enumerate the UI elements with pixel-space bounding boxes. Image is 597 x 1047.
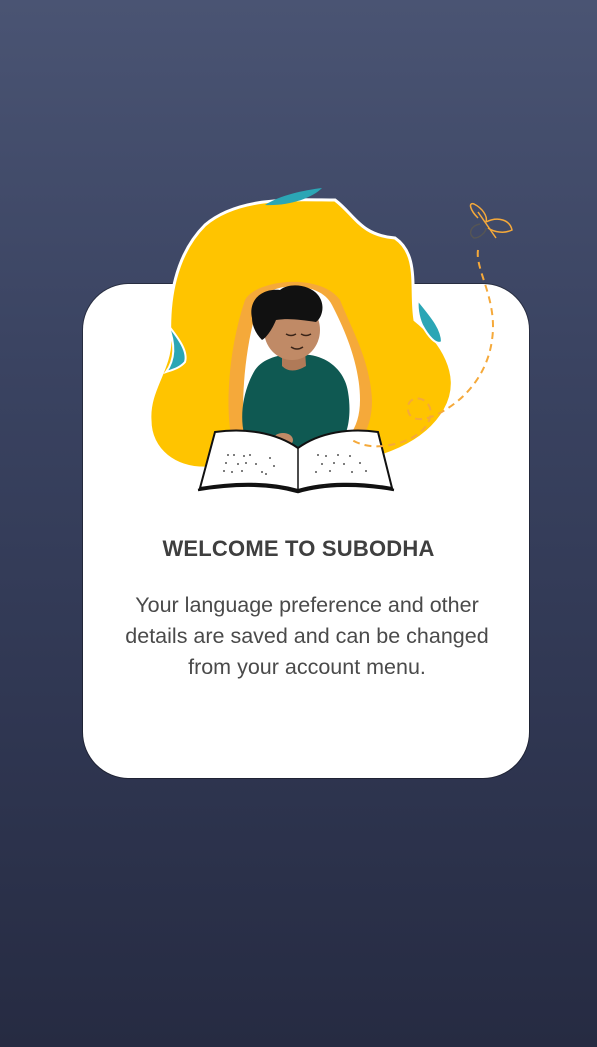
welcome-message: Your language preference and other detai… — [125, 593, 489, 679]
welcome-illustration — [148, 188, 513, 494]
screen: { "welcome": { "title": "WELCOME TO SUBO… — [0, 0, 597, 1047]
dragonfly-icon — [469, 202, 513, 239]
welcome-title: WELCOME TO SUBODHA — [162, 536, 435, 561]
